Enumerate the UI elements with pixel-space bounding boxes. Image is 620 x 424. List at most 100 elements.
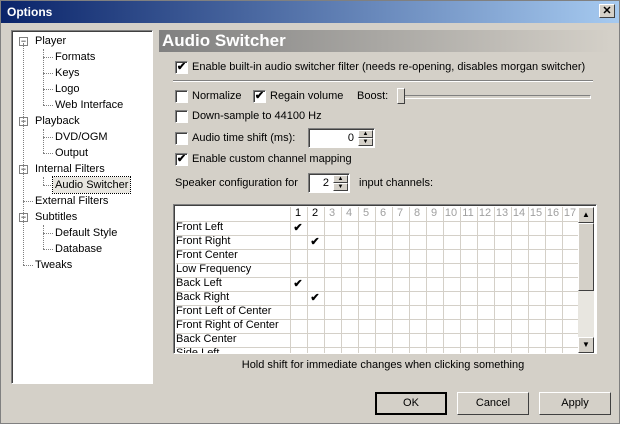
- tree-connector: [43, 129, 44, 153]
- channel-row-label: Front Left: [176, 221, 224, 233]
- channel-map-checkmark-icon[interactable]: ✔: [307, 291, 323, 305]
- channel-column-header: 15: [529, 207, 543, 219]
- normalize-label: Normalize: [192, 90, 242, 103]
- speaker-config-suffix: input channels:: [359, 177, 433, 189]
- cancel-button[interactable]: Cancel: [457, 392, 529, 415]
- tree-item-default-style[interactable]: Default Style: [53, 225, 119, 241]
- tree-item-output[interactable]: Output: [53, 145, 90, 161]
- channel-column-header: 11: [462, 207, 474, 219]
- close-icon[interactable]: ✕: [599, 4, 615, 18]
- tree-item-dvd-ogm[interactable]: DVD/OGM: [53, 129, 110, 145]
- downsample-check[interactable]: [175, 109, 188, 123]
- grid-line: [176, 235, 580, 236]
- tree-connector: [23, 43, 24, 265]
- channel-column-header: 9: [430, 207, 438, 219]
- channel-column-header: 13: [495, 207, 509, 219]
- spin-up-icon[interactable]: ▲: [358, 130, 373, 138]
- channel-row-label: Low Frequency: [176, 263, 252, 275]
- time-shift-spinner[interactable]: 0 ▲ ▼: [308, 128, 375, 148]
- channel-column-header: 2: [311, 207, 319, 219]
- page-header: Audio Switcher: [159, 30, 611, 52]
- scroll-up-icon[interactable]: ▲: [578, 207, 594, 223]
- channel-mapping-grid[interactable]: 123456789101112131415161718Front Left✔Fr…: [173, 204, 597, 354]
- channel-map-checkmark-icon[interactable]: ✔: [290, 221, 306, 235]
- custom-mapping-checkbox[interactable]: ✔ Enable custom channel mapping: [175, 152, 352, 168]
- tree-connector: [43, 105, 53, 106]
- boost-slider-track[interactable]: [399, 95, 591, 99]
- regain-volume-checkbox[interactable]: ✔ Regain volume: [253, 89, 343, 105]
- tree-item-audio-switcher[interactable]: Audio Switcher: [51, 176, 132, 194]
- custom-mapping-check[interactable]: ✔: [175, 152, 188, 166]
- tree-item-web-interface[interactable]: Web Interface: [53, 97, 125, 113]
- scroll-down-icon[interactable]: ▼: [578, 337, 594, 353]
- hint-text: Hold shift for immediate changes when cl…: [241, 359, 525, 371]
- normalize-checkbox[interactable]: Normalize: [175, 89, 242, 105]
- channel-column-header: 1: [294, 207, 302, 219]
- tree-item-formats[interactable]: Formats: [53, 49, 97, 65]
- options-dialog: Options ✕ − Player Formats Keys Logo Web Inte…: [0, 0, 620, 424]
- regain-volume-label: Regain volume: [270, 90, 344, 103]
- page-title: Audio Switcher: [162, 31, 286, 50]
- ok-button[interactable]: OK: [375, 392, 447, 415]
- options-tree[interactable]: − Player Formats Keys Logo Web Interface − Play…: [11, 30, 153, 384]
- spin-up-icon[interactable]: ▲: [333, 175, 348, 183]
- tree-connector: [43, 89, 53, 90]
- spin-down-icon[interactable]: ▼: [333, 183, 348, 191]
- normalize-check[interactable]: [175, 89, 188, 103]
- title-bar[interactable]: Options ✕: [1, 1, 619, 23]
- channel-map-checkmark-icon[interactable]: ✔: [307, 235, 323, 249]
- custom-mapping-label: Enable custom channel mapping: [192, 153, 352, 166]
- scroll-thumb[interactable]: [578, 223, 594, 291]
- boost-label: Boost:: [357, 90, 389, 102]
- window-title: Options: [7, 5, 53, 19]
- tree-item-keys[interactable]: Keys: [53, 65, 81, 81]
- grid-line: [176, 221, 580, 222]
- tree-item-database[interactable]: Database: [53, 241, 104, 257]
- grid-line: [358, 207, 359, 353]
- grid-line: [176, 291, 580, 292]
- enable-filter-check[interactable]: ✔: [175, 60, 188, 74]
- time-shift-checkbox[interactable]: Audio time shift (ms):: [175, 131, 295, 147]
- tree-connector: [23, 265, 33, 266]
- tree-item-subtitles[interactable]: Subtitles: [33, 209, 79, 225]
- grid-line: [477, 207, 478, 353]
- tree-item-player[interactable]: Player: [33, 33, 68, 49]
- channel-count-spinner[interactable]: 2 ▲ ▼: [308, 173, 350, 193]
- enable-filter-checkbox[interactable]: ✔ Enable built-in audio switcher filter (…: [175, 60, 585, 76]
- time-shift-check[interactable]: [175, 131, 188, 145]
- channel-column-header: 12: [478, 207, 492, 219]
- separator: [173, 80, 593, 82]
- tree-connector: [43, 185, 53, 186]
- tree-item-logo[interactable]: Logo: [53, 81, 81, 97]
- channel-row-label: Front Right: [176, 235, 231, 247]
- spin-down-icon[interactable]: ▼: [358, 138, 373, 146]
- tree-item-tweaks[interactable]: Tweaks: [33, 257, 74, 273]
- grid-line: [409, 207, 410, 353]
- channel-column-header: 3: [328, 207, 336, 219]
- tree-item-playback[interactable]: Playback: [33, 113, 82, 129]
- apply-button[interactable]: Apply: [539, 392, 611, 415]
- grid-line: [392, 207, 393, 353]
- channel-column-header: 6: [379, 207, 387, 219]
- channel-row-label: Front Center: [176, 249, 238, 261]
- channel-column-header: 8: [413, 207, 421, 219]
- speaker-config-prefix: Speaker configuration for: [175, 177, 298, 189]
- grid-line: [426, 207, 427, 353]
- channel-map-checkmark-icon[interactable]: ✔: [290, 277, 306, 291]
- grid-line: [443, 207, 444, 353]
- tree-item-internal-filters[interactable]: Internal Filters: [33, 161, 107, 177]
- tree-item-external-filters[interactable]: External Filters: [33, 193, 110, 209]
- grid-line: [176, 347, 580, 348]
- tree-connector: [43, 177, 44, 185]
- boost-slider-thumb[interactable]: [397, 88, 405, 104]
- channel-column-header: 10: [444, 207, 458, 219]
- grid-line: [324, 207, 325, 353]
- channel-column-header: 5: [362, 207, 370, 219]
- grid-scrollbar[interactable]: ▲ ▼: [578, 207, 594, 353]
- channel-row-label: Front Left of Center: [176, 305, 272, 317]
- downsample-checkbox[interactable]: Down-sample to 44100 Hz: [175, 109, 322, 125]
- channel-row-label: Front Right of Center: [176, 319, 279, 331]
- grid-line: [341, 207, 342, 353]
- grid-line: [528, 207, 529, 353]
- regain-volume-check[interactable]: ✔: [253, 89, 266, 103]
